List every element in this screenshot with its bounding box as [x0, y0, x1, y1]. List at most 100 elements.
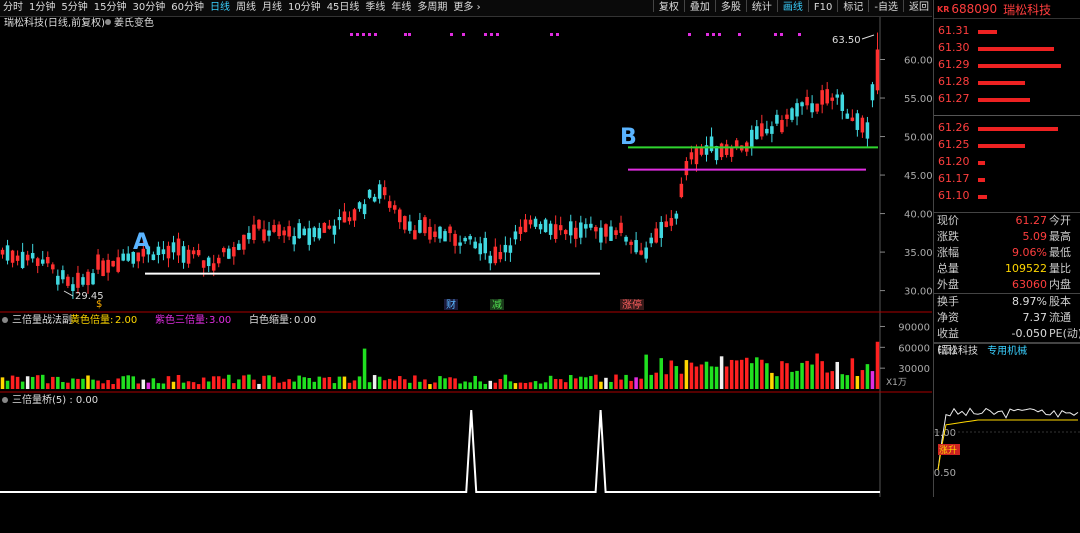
- candle-body: [398, 209, 402, 223]
- ask-volume-bar: [978, 81, 1025, 85]
- volume-bar: [206, 381, 211, 389]
- volume-bar: [704, 361, 709, 389]
- price-tick-label: 60.00: [904, 56, 932, 67]
- mini-intraday-chart[interactable]: 1.000.50涨升: [934, 360, 1080, 530]
- toolbar-button-6[interactable]: 标记: [840, 0, 866, 16]
- candle-body: [589, 223, 593, 228]
- period-tab-4[interactable]: 30分钟: [129, 0, 168, 16]
- period-tab-1[interactable]: 1分钟: [26, 0, 58, 16]
- volume-bar: [30, 376, 35, 389]
- volume-bar: [121, 376, 125, 389]
- period-tab-0[interactable]: 分时: [0, 0, 26, 16]
- candle-body: [211, 263, 216, 271]
- bid-row[interactable]: 61.25: [934, 137, 1080, 154]
- ask-row[interactable]: 61.28: [934, 74, 1080, 91]
- volume-bar: [297, 375, 301, 389]
- volume-bar: [342, 376, 347, 389]
- toolbar-button-7[interactable]: -自选: [871, 0, 901, 16]
- volume-bar: [312, 381, 317, 389]
- volume-bar: [609, 381, 613, 389]
- period-tab-9[interactable]: 10分钟: [285, 0, 324, 16]
- period-tab-14[interactable]: 更多 ›: [450, 0, 483, 16]
- period-tab-10[interactable]: 45日线: [324, 0, 363, 16]
- low-pointer: [63, 290, 74, 297]
- bid-row[interactable]: 61.10: [934, 188, 1080, 205]
- volume-bar: [0, 377, 5, 389]
- period-tab-5[interactable]: 60分钟: [168, 0, 207, 16]
- signal-dot: [780, 33, 783, 36]
- event-marker-dividend: $: [96, 299, 102, 310]
- stats-group-2: 换手 8.97% 股本 净资 7.37 流通 收益(三) -0.050 PE(动): [934, 294, 1080, 356]
- volume-bar: [719, 356, 724, 389]
- candle-body: [729, 146, 734, 157]
- toolbar-button-4[interactable]: 画线: [780, 0, 806, 16]
- volume-tick-label: 90000: [898, 322, 930, 333]
- stock-header: KR 688090 瑞松科技: [934, 0, 1080, 19]
- candle-body: [619, 222, 623, 233]
- volume-bar: [755, 357, 759, 389]
- volume-bar: [614, 374, 618, 389]
- toolbar-divider: [776, 0, 778, 12]
- white-value: 0.00: [294, 315, 316, 326]
- bid-row[interactable]: 61.26: [934, 120, 1080, 137]
- volume-tick-label: 60000: [898, 343, 930, 354]
- candle-body: [669, 218, 674, 226]
- toolbar-button-3[interactable]: 统计: [749, 0, 775, 16]
- candle-body: [448, 226, 452, 234]
- period-tab-11[interactable]: 季线: [362, 0, 388, 16]
- period-tab-7[interactable]: 周线: [233, 0, 259, 16]
- candle-body: [161, 249, 166, 255]
- volume-bar: [543, 382, 548, 389]
- toolbar-button-1[interactable]: 叠加: [687, 0, 713, 16]
- candle-body: [775, 114, 779, 124]
- volume-bar: [860, 370, 865, 389]
- mini-stock-name: 瑞松科技: [938, 346, 978, 357]
- period-tab-12[interactable]: 年线: [388, 0, 414, 16]
- period-tab-2[interactable]: 5分钟: [58, 0, 90, 16]
- candle-body: [232, 247, 236, 257]
- period-tab-3[interactable]: 15分钟: [91, 0, 130, 16]
- candle-body: [498, 252, 503, 260]
- toolbar-button-0[interactable]: 复权: [656, 0, 682, 16]
- candle-body: [86, 271, 90, 286]
- candle-body: [689, 152, 694, 160]
- main-chart-area[interactable]: 瑞松科技(日线,前复权) 姜氏变色 60.00 55.00 50.00 45.00 40.0…: [0, 16, 933, 497]
- volume-bar: [795, 370, 799, 389]
- bid-price: 61.17: [938, 172, 970, 185]
- price-tick-label: 50.00: [904, 133, 932, 144]
- stat-label: 总量: [937, 262, 959, 275]
- ask-row[interactable]: 61.30: [934, 40, 1080, 57]
- mini-axis-label: 0.50: [934, 468, 956, 479]
- ask-row[interactable]: 61.29: [934, 57, 1080, 74]
- ask-row[interactable]: 61.31: [934, 23, 1080, 40]
- mini-category[interactable]: 专用机械: [987, 346, 1027, 357]
- candle-body: [307, 228, 312, 245]
- period-tab-8[interactable]: 月线: [259, 0, 285, 16]
- candle-body: [694, 148, 699, 165]
- candle-body: [408, 221, 412, 231]
- volume-bar: [533, 381, 538, 389]
- chart-svg[interactable]: 瑞松科技(日线,前复权) 姜氏变色 60.00 55.00 50.00 45.00 40.0…: [0, 16, 933, 497]
- bid-volume-bar: [978, 161, 985, 165]
- ask-row[interactable]: 61.27: [934, 91, 1080, 108]
- toolbar-button-5[interactable]: F10: [811, 0, 835, 16]
- period-tab-13[interactable]: 多周期: [414, 0, 450, 16]
- candle-body: [272, 225, 276, 232]
- volume-bar: [659, 358, 664, 389]
- bid-row[interactable]: 61.17: [934, 171, 1080, 188]
- toolbar-button-2[interactable]: 多股: [718, 0, 744, 16]
- candle-body: [805, 96, 809, 106]
- volume-bar: [408, 382, 412, 389]
- quote-sidebar: KR 688090 瑞松科技 61.31 61.30 61.29 61.28 61.27…: [933, 0, 1080, 497]
- period-tab-6[interactable]: 日线: [207, 0, 233, 16]
- ask-price: 61.27: [938, 92, 970, 105]
- toolbar-button-8[interactable]: 返回: [906, 0, 932, 16]
- stat-label: 涨幅: [937, 246, 959, 259]
- volume-bar: [101, 383, 105, 389]
- bid-row[interactable]: 61.20: [934, 154, 1080, 171]
- stat-label: 换手: [937, 295, 959, 308]
- volume-bar: [574, 378, 578, 389]
- volume-bar: [222, 378, 226, 389]
- candle-body: [392, 205, 397, 210]
- volume-bar: [548, 375, 553, 389]
